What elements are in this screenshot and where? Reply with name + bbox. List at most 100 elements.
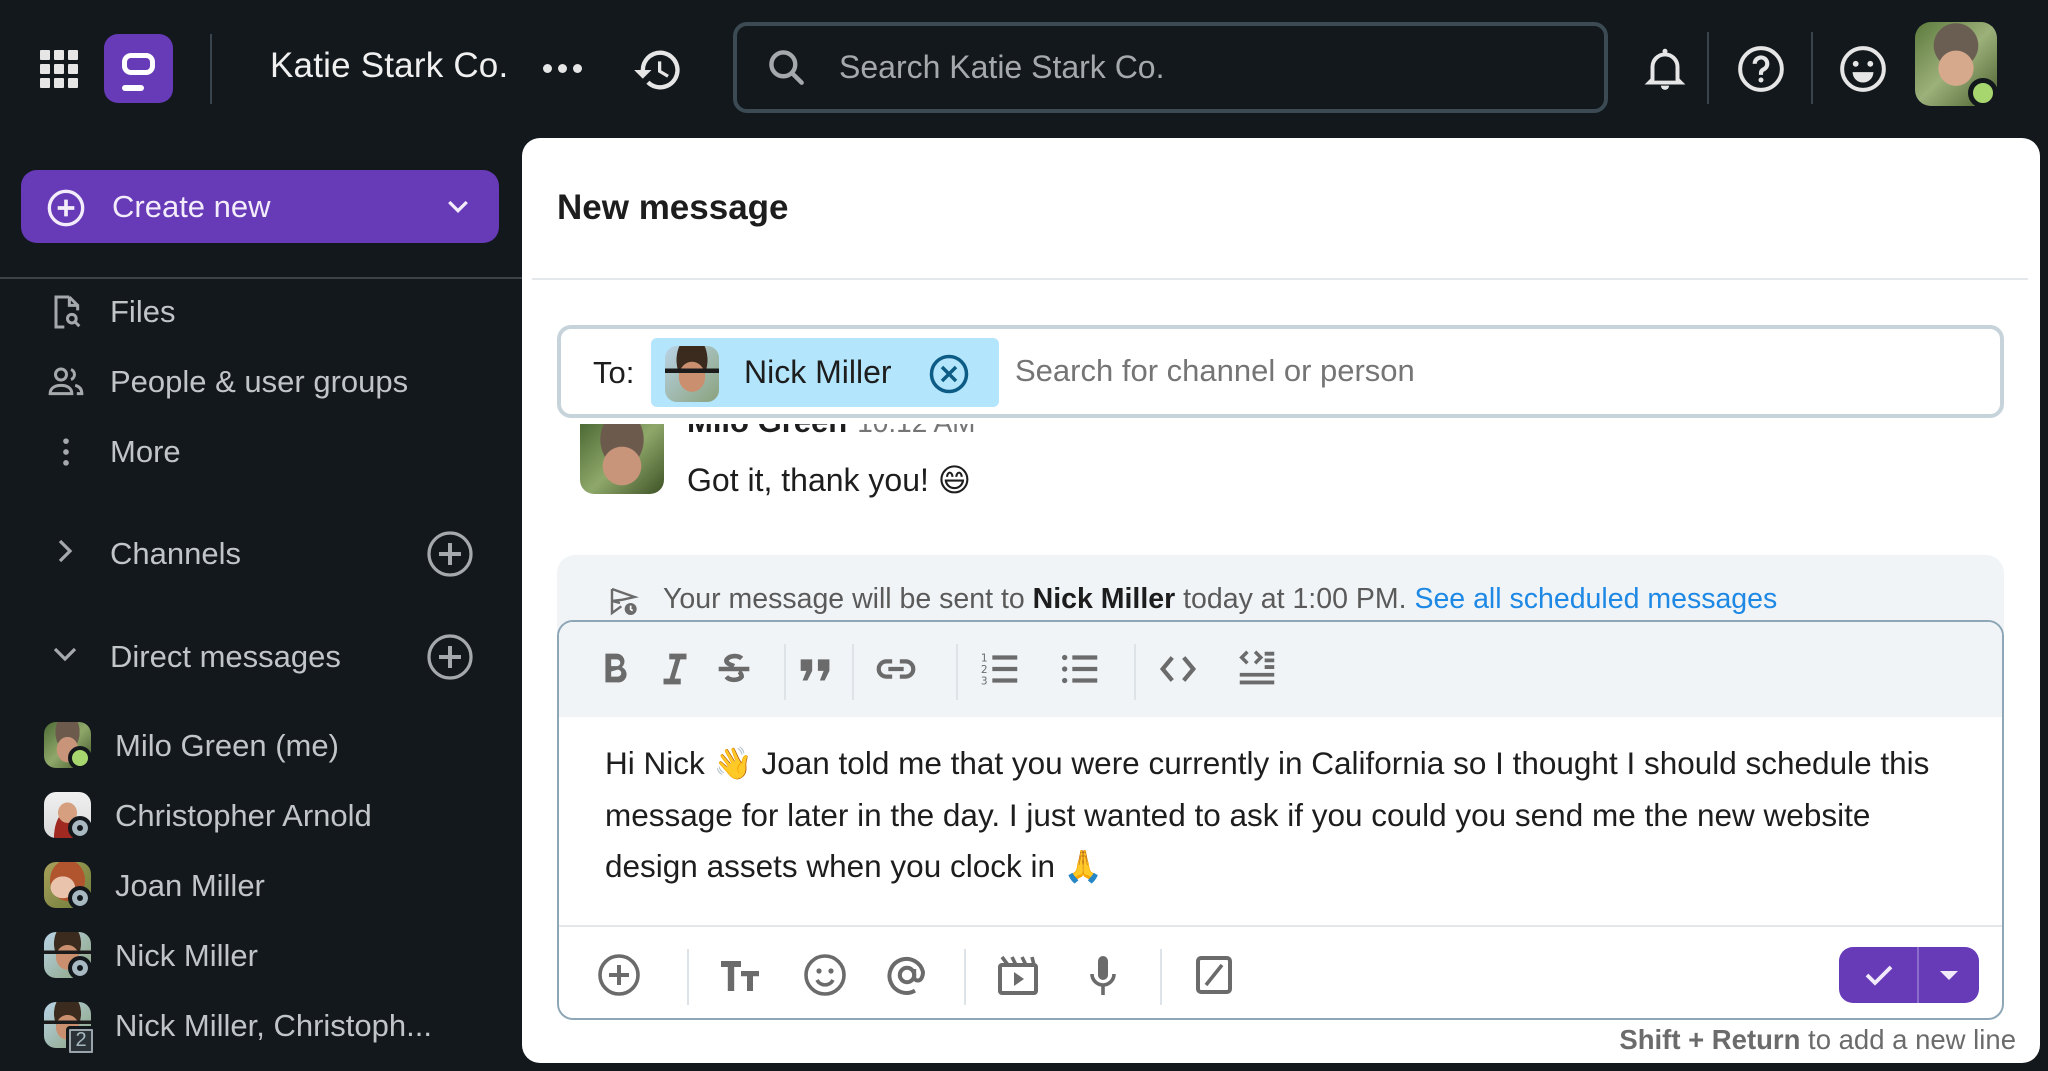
compose-toolbar xyxy=(559,925,2002,1018)
dm-item[interactable]: Nick Miller xyxy=(0,926,522,990)
more-vertical-icon xyxy=(63,438,69,466)
new-message-panel: New message To: Nick Miller Milo Green 10… xyxy=(522,138,2040,1063)
slash-command-icon[interactable] xyxy=(1190,951,1238,999)
send-button-group xyxy=(1839,947,1979,1003)
bell-icon[interactable] xyxy=(1640,44,1690,94)
dm-item[interactable]: Christopher Arnold xyxy=(0,786,522,850)
channels-section[interactable]: Channels xyxy=(0,522,522,582)
schedule-recipient: Nick Miller xyxy=(1032,583,1176,615)
search-bar[interactable]: Search Katie Stark Co. xyxy=(733,22,1608,113)
keyboard-hint: Shift + Return to add a new line xyxy=(1619,1024,2016,1056)
message-text: Joan told me that you were currently in … xyxy=(605,745,1930,884)
search-placeholder: Search Katie Stark Co. xyxy=(839,49,1165,85)
toolbar-separator xyxy=(784,644,786,700)
direct-messages-label: Direct messages xyxy=(110,639,341,674)
recipient-field[interactable]: To: Nick Miller xyxy=(557,325,2004,418)
remove-recipient-icon[interactable] xyxy=(928,353,970,395)
sidebar-item-more[interactable]: More xyxy=(0,420,522,480)
previous-message: Milo Green 10:12 AM Got it, thank you! 😄 xyxy=(522,424,2040,544)
message-time: 10:12 AM xyxy=(857,424,975,438)
add-direct-message-icon[interactable] xyxy=(426,633,474,681)
message-text: Got it, thank you! xyxy=(687,462,929,498)
toolbar-separator xyxy=(687,949,689,1005)
dm-item[interactable]: Joan Miller xyxy=(0,856,522,920)
dm-item[interactable]: 2 Nick Miller, Christoph... xyxy=(0,996,522,1060)
recipient-search-input[interactable] xyxy=(1015,341,1975,401)
italic-icon[interactable] xyxy=(652,646,698,692)
quote-icon[interactable] xyxy=(793,646,839,692)
history-icon[interactable] xyxy=(632,44,684,96)
message-text: Hi Nick xyxy=(605,745,714,781)
file-search-icon xyxy=(54,295,81,329)
video-icon[interactable] xyxy=(994,951,1042,999)
strikethrough-icon[interactable] xyxy=(711,646,757,692)
dm-label: Nick Miller, Christoph... xyxy=(115,1008,432,1043)
add-attachment-icon[interactable] xyxy=(595,951,643,999)
toolbar-separator xyxy=(1134,644,1136,700)
chevron-down-icon[interactable] xyxy=(50,639,80,669)
recipient-chip[interactable]: Nick Miller xyxy=(651,338,999,407)
avatar xyxy=(665,346,719,402)
text-format-icon[interactable] xyxy=(717,951,765,999)
search-icon xyxy=(769,50,804,85)
svg-text:2: 2 xyxy=(981,664,988,676)
sidebar-item-files[interactable]: Files xyxy=(0,280,522,340)
dm-item[interactable]: Milo Green (me) xyxy=(0,716,522,780)
caret-down-icon[interactable] xyxy=(1919,947,1979,1003)
sidebar-item-people[interactable]: People & user groups xyxy=(0,350,522,410)
emoji-status-icon[interactable] xyxy=(1838,44,1888,94)
to-label: To: xyxy=(593,355,635,390)
bulleted-list-icon[interactable] xyxy=(1057,646,1103,692)
ellipsis-icon[interactable] xyxy=(543,54,585,82)
message-author: Milo Green xyxy=(687,424,847,439)
team-name[interactable]: Katie Stark Co. xyxy=(270,46,508,86)
direct-messages-section[interactable]: Direct messages xyxy=(0,625,522,685)
page-title: New message xyxy=(557,188,789,227)
code-block-icon[interactable] xyxy=(1234,646,1280,692)
waving-hand-emoji: 👋 xyxy=(713,746,753,782)
online-status-indicator xyxy=(68,746,92,770)
sidebar-divider xyxy=(0,277,522,279)
help-icon[interactable] xyxy=(1736,44,1786,94)
dm-label: Joan Miller xyxy=(115,868,265,903)
sidebar-item-label: More xyxy=(110,434,181,469)
hint-shortcut: Shift + Return xyxy=(1619,1024,1801,1055)
app-logo[interactable] xyxy=(104,34,173,103)
grinning-emoji: 😄 xyxy=(937,461,972,499)
send-check-icon[interactable] xyxy=(1839,947,1917,1003)
create-new-button[interactable]: Create new xyxy=(21,170,499,243)
message-header: Milo Green 10:12 AM xyxy=(687,424,976,440)
chevron-down-icon xyxy=(448,200,468,214)
numbered-list-icon[interactable]: 123 xyxy=(977,646,1023,692)
group-count-badge: 2 xyxy=(66,1026,96,1056)
microphone-icon[interactable] xyxy=(1079,951,1127,999)
schedule-suffix: today at 1:00 PM. xyxy=(1175,583,1415,615)
mention-icon[interactable] xyxy=(883,951,931,999)
toolbar-separator xyxy=(956,644,958,700)
link-icon[interactable] xyxy=(873,646,919,692)
hint-text: to add a new line xyxy=(1800,1024,2016,1055)
add-channel-icon[interactable] xyxy=(426,530,474,578)
channels-label: Channels xyxy=(110,536,241,571)
avatar xyxy=(580,424,664,494)
see-scheduled-messages-link[interactable]: See all scheduled messages xyxy=(1414,583,1777,615)
message-editor[interactable]: 123 Hi Nick 👋 Joan told me that you were… xyxy=(557,620,2004,1020)
away-status-indicator xyxy=(68,956,92,980)
svg-text:1: 1 xyxy=(981,652,988,664)
divider xyxy=(532,278,2028,280)
bold-icon[interactable] xyxy=(592,646,638,692)
emoji-icon[interactable] xyxy=(801,951,849,999)
scheduled-send-icon xyxy=(610,587,640,616)
folded-hands-emoji: 🙏 xyxy=(1063,849,1103,885)
away-status-indicator xyxy=(68,886,92,910)
sidebar: Create new Files People & user groups Mo… xyxy=(0,138,522,1071)
chevron-right-icon[interactable] xyxy=(50,536,80,566)
online-status-indicator xyxy=(1968,78,1998,108)
message-input[interactable]: Hi Nick 👋 Joan told me that you were cur… xyxy=(605,738,1965,893)
apps-grid-icon[interactable] xyxy=(40,50,78,88)
divider xyxy=(1707,32,1709,104)
away-status-indicator xyxy=(68,816,92,840)
sidebar-item-label: Files xyxy=(110,294,176,329)
code-icon[interactable] xyxy=(1155,646,1201,692)
message-body: Got it, thank you! 😄 xyxy=(687,461,971,499)
